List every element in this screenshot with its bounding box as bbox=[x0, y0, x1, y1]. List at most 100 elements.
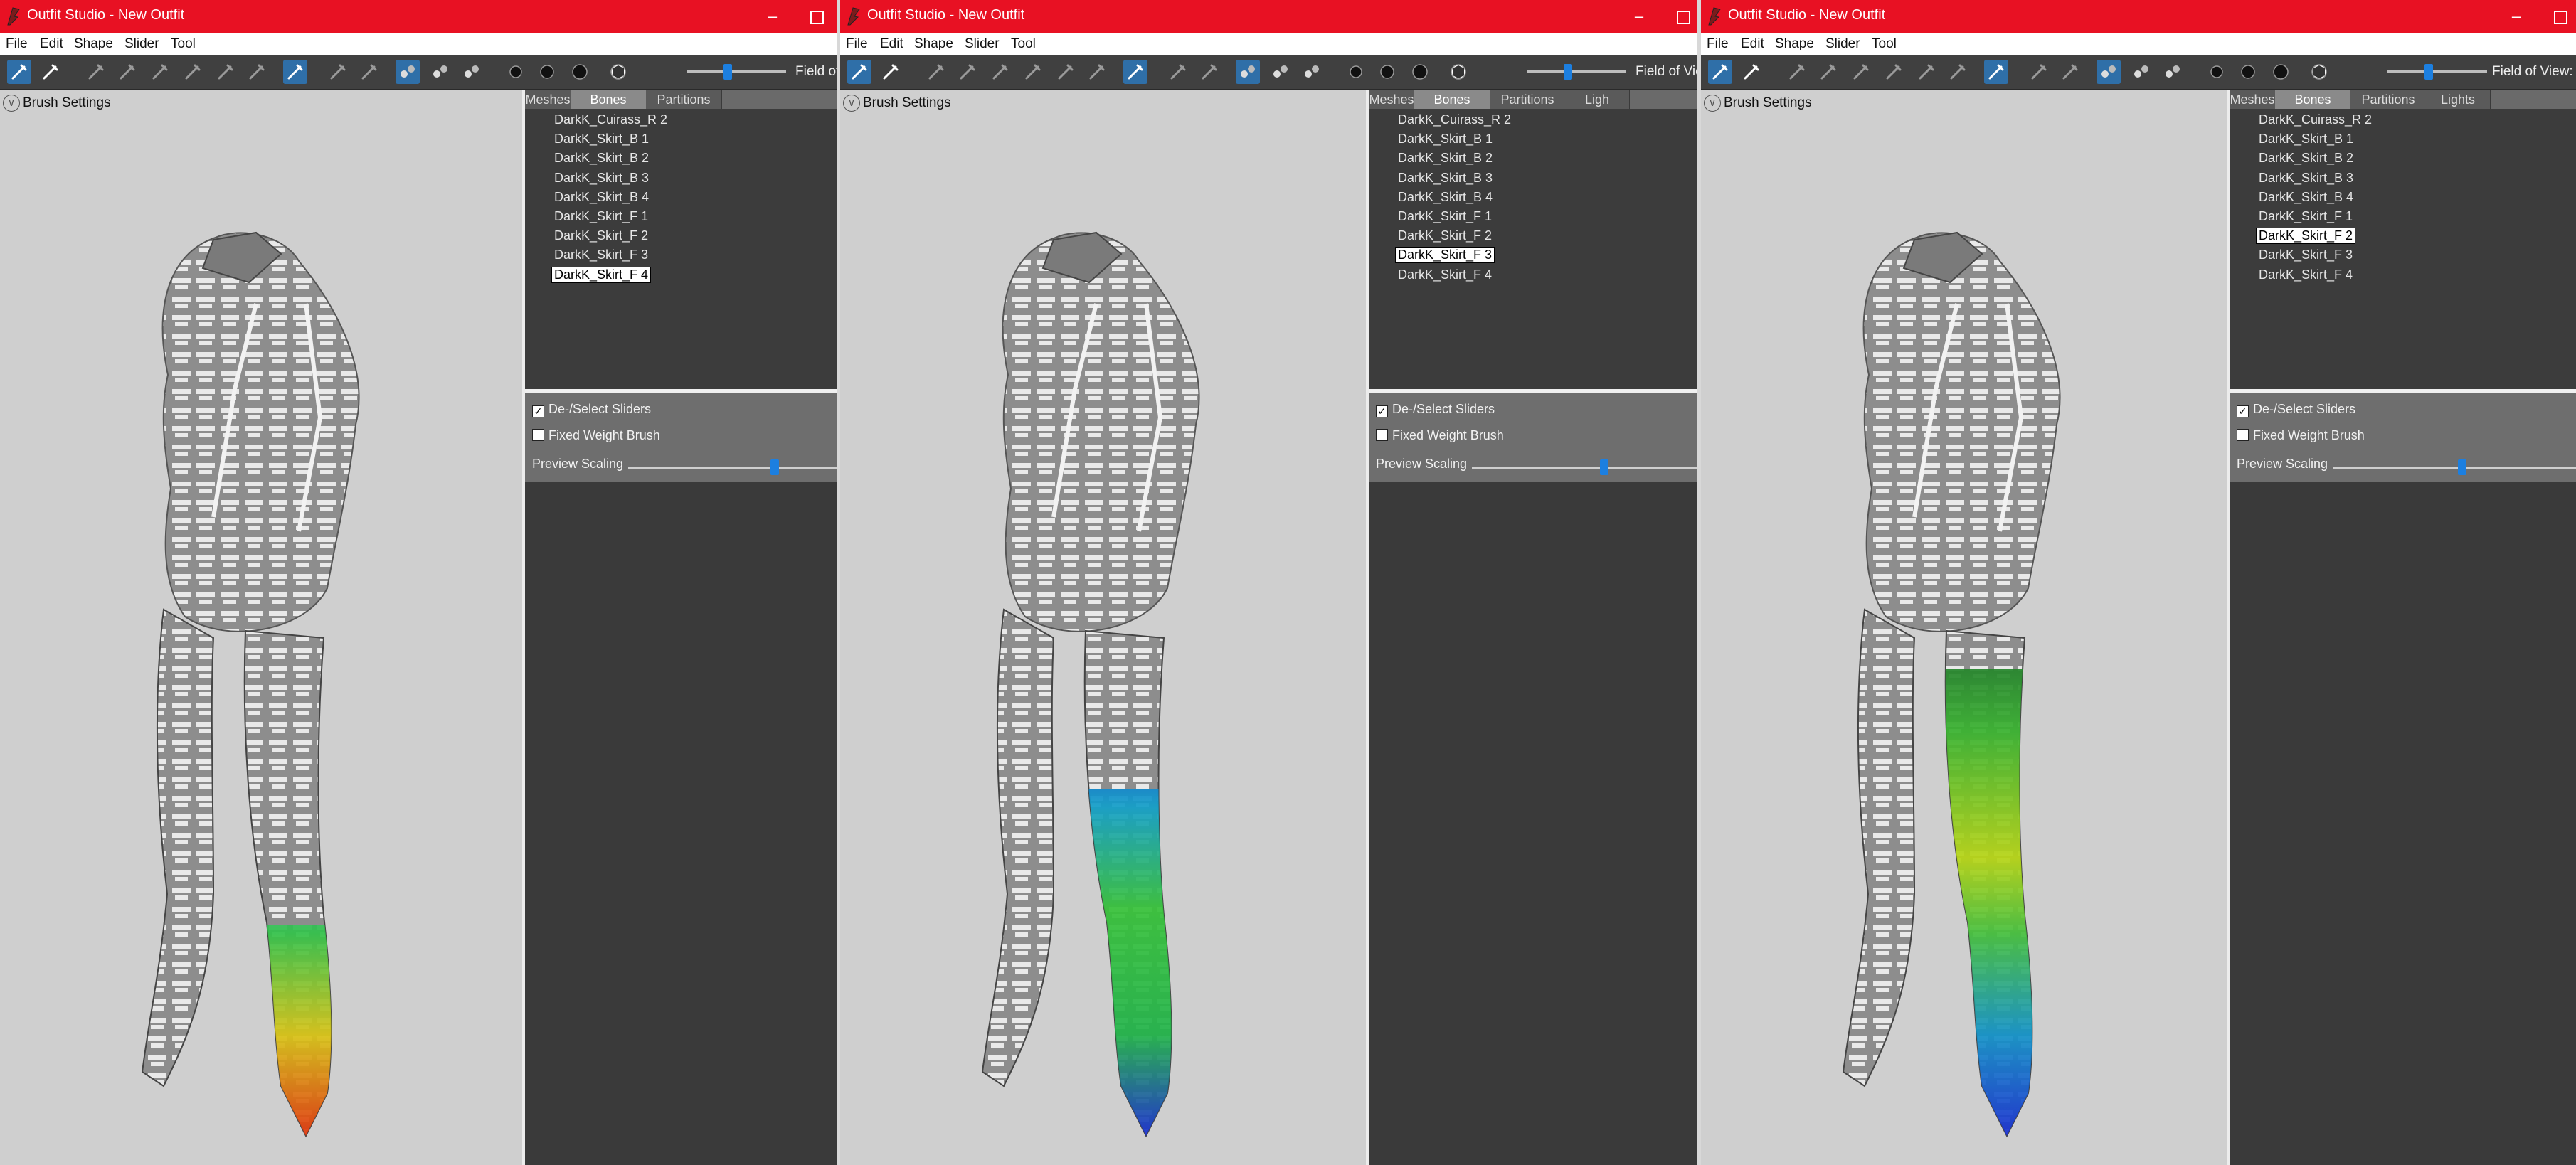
preview-scaling-slider[interactable] bbox=[1472, 459, 1701, 475]
checkbox-unchecked[interactable] bbox=[1376, 429, 1388, 441]
deselect-sliders-checkbox[interactable]: ✓ De-/Select Sliders bbox=[1376, 402, 1495, 417]
bone-list-item[interactable]: DarkK_Skirt_B 1 bbox=[1396, 132, 1495, 147]
sphere-2-icon[interactable] bbox=[535, 60, 559, 84]
smooth-brush-icon[interactable] bbox=[1085, 60, 1109, 84]
select-arrow-icon[interactable] bbox=[1739, 60, 1764, 84]
checkbox-checked[interactable]: ✓ bbox=[532, 405, 544, 417]
menu-item-slider[interactable]: Slider bbox=[1825, 36, 1860, 52]
3d-viewport[interactable]: ∨ Brush Settings bbox=[840, 90, 1366, 1165]
cube-icon[interactable] bbox=[606, 60, 630, 84]
tab-meshes[interactable]: Meshes bbox=[2230, 90, 2276, 109]
menu-item-slider[interactable]: Slider bbox=[965, 36, 1000, 52]
transform-icon[interactable] bbox=[2027, 60, 2051, 84]
checkbox-checked[interactable]: ✓ bbox=[1376, 405, 1388, 417]
maximize-icon[interactable] bbox=[2539, 0, 2576, 33]
menu-item-shape[interactable]: Shape bbox=[914, 36, 953, 52]
tab-bones[interactable]: Bones bbox=[571, 90, 647, 109]
sphere-icon[interactable] bbox=[2205, 60, 2229, 84]
bone-list-item[interactable]: DarkK_Skirt_B 1 bbox=[552, 132, 651, 147]
mask-icon[interactable] bbox=[115, 60, 139, 84]
menu-item-file[interactable]: File bbox=[1707, 36, 1729, 52]
move-brush-icon[interactable] bbox=[1914, 60, 1939, 84]
weight-brush-icon[interactable] bbox=[1123, 60, 1147, 84]
smooth-brush-icon[interactable] bbox=[1946, 60, 1970, 84]
bone-list-item[interactable]: DarkK_Skirt_B 2 bbox=[2257, 151, 2355, 166]
mask-icon[interactable] bbox=[1816, 60, 1840, 84]
tab-bones[interactable]: Bones bbox=[2275, 90, 2351, 109]
brush-icon[interactable] bbox=[1785, 60, 1809, 84]
tab-bones[interactable]: Bones bbox=[1414, 90, 1490, 109]
bone-list-item[interactable]: DarkK_Skirt_B 1 bbox=[2257, 132, 2355, 147]
menu-item-edit[interactable]: Edit bbox=[880, 36, 903, 52]
bone-list-item[interactable]: DarkK_Skirt_F 3 bbox=[2257, 248, 2355, 262]
outfit-mesh-model[interactable] bbox=[1701, 90, 2227, 1165]
deflate-brush-icon[interactable] bbox=[181, 60, 205, 84]
mask-icon[interactable] bbox=[955, 60, 980, 84]
color-brush-icon[interactable] bbox=[1268, 60, 1293, 84]
deflate-brush-icon[interactable] bbox=[1021, 60, 1045, 84]
wand-tool-icon[interactable] bbox=[7, 60, 31, 84]
cube-icon[interactable] bbox=[1446, 60, 1470, 84]
brush-icon[interactable] bbox=[84, 60, 108, 84]
bone-list-item[interactable]: DarkK_Cuirass_R 2 bbox=[1396, 112, 1513, 127]
deselect-sliders-checkbox[interactable]: ✓ De-/Select Sliders bbox=[532, 402, 651, 417]
tab-partitions[interactable]: Partitions bbox=[1490, 90, 1566, 109]
menu-item-tool[interactable]: Tool bbox=[1872, 36, 1897, 52]
menu-item-tool[interactable]: Tool bbox=[171, 36, 196, 52]
bone-list-item[interactable]: DarkK_Skirt_F 2 bbox=[1396, 228, 1494, 243]
bone-list-item[interactable]: DarkK_Skirt_B 3 bbox=[552, 171, 651, 186]
bone-list-item[interactable]: DarkK_Skirt_F 4 bbox=[1396, 267, 1494, 282]
vertex-select-icon[interactable] bbox=[1236, 60, 1260, 84]
bone-list-item[interactable]: DarkK_Skirt_F 1 bbox=[1396, 209, 1494, 224]
3d-viewport[interactable]: ∨ Brush Settings bbox=[1701, 90, 2227, 1165]
alpha-brush-icon[interactable] bbox=[1300, 60, 1324, 84]
minimize-icon[interactable]: – bbox=[2495, 0, 2538, 33]
fixed-weight-brush-checkbox[interactable]: Fixed Weight Brush bbox=[532, 428, 660, 443]
menu-item-file[interactable]: File bbox=[6, 36, 28, 52]
preview-scaling-thumb[interactable] bbox=[1600, 459, 1608, 475]
bone-list-item[interactable]: DarkK_Skirt_B 3 bbox=[2257, 171, 2355, 186]
cube-icon[interactable] bbox=[2307, 60, 2331, 84]
pivot-icon[interactable] bbox=[1197, 60, 1221, 84]
field-of-view-slider[interactable] bbox=[1527, 64, 1626, 80]
bone-list-item[interactable]: DarkK_Skirt_B 4 bbox=[1396, 190, 1495, 205]
preview-scaling-slider[interactable] bbox=[628, 459, 837, 475]
sphere-2-icon[interactable] bbox=[2236, 60, 2260, 84]
sphere-3-icon[interactable] bbox=[568, 60, 592, 84]
bone-list-item[interactable]: DarkK_Skirt_F 1 bbox=[552, 209, 650, 224]
deflate-brush-icon[interactable] bbox=[1882, 60, 1906, 84]
slider-thumb[interactable] bbox=[1564, 64, 1572, 80]
tab-meshes[interactable]: Meshes bbox=[525, 90, 571, 109]
bone-list-item[interactable]: DarkK_Skirt_B 2 bbox=[552, 151, 651, 166]
move-brush-icon[interactable] bbox=[213, 60, 238, 84]
bone-list-item[interactable]: DarkK_Skirt_F 4 bbox=[551, 266, 652, 283]
weight-brush-icon[interactable] bbox=[1984, 60, 2008, 84]
tab-partitions[interactable]: Partitions bbox=[2350, 90, 2427, 109]
menu-item-slider[interactable]: Slider bbox=[124, 36, 159, 52]
select-arrow-icon[interactable] bbox=[38, 60, 63, 84]
sphere-icon[interactable] bbox=[1344, 60, 1368, 84]
bone-list-item[interactable]: DarkK_Skirt_B 2 bbox=[1396, 151, 1495, 166]
pivot-icon[interactable] bbox=[2058, 60, 2082, 84]
menu-item-edit[interactable]: Edit bbox=[1741, 36, 1764, 52]
minimize-icon[interactable]: – bbox=[1618, 0, 1660, 33]
wand-tool-icon[interactable] bbox=[847, 60, 871, 84]
weight-brush-icon[interactable] bbox=[283, 60, 307, 84]
tab-lights[interactable]: Lights bbox=[2426, 90, 2491, 109]
transform-icon[interactable] bbox=[326, 60, 350, 84]
tab-meshes[interactable]: Meshes bbox=[1369, 90, 1415, 109]
vertex-select-icon[interactable] bbox=[2097, 60, 2121, 84]
tab-partitions[interactable]: Partitions bbox=[646, 90, 722, 109]
preview-scaling-thumb[interactable] bbox=[770, 459, 779, 475]
pivot-icon[interactable] bbox=[357, 60, 381, 84]
checkbox-checked[interactable]: ✓ bbox=[2237, 405, 2249, 417]
slider-thumb[interactable] bbox=[2424, 64, 2433, 80]
color-brush-icon[interactable] bbox=[428, 60, 452, 84]
bone-list-item[interactable]: DarkK_Skirt_F 2 bbox=[552, 228, 650, 243]
tab-ligh[interactable]: Ligh bbox=[1565, 90, 1630, 109]
smooth-brush-icon[interactable] bbox=[245, 60, 269, 84]
outfit-mesh-model[interactable] bbox=[0, 90, 522, 1165]
checkbox-unchecked[interactable] bbox=[532, 429, 544, 441]
bone-list-item[interactable]: DarkK_Skirt_F 2 bbox=[2255, 228, 2356, 245]
move-brush-icon[interactable] bbox=[1054, 60, 1078, 84]
